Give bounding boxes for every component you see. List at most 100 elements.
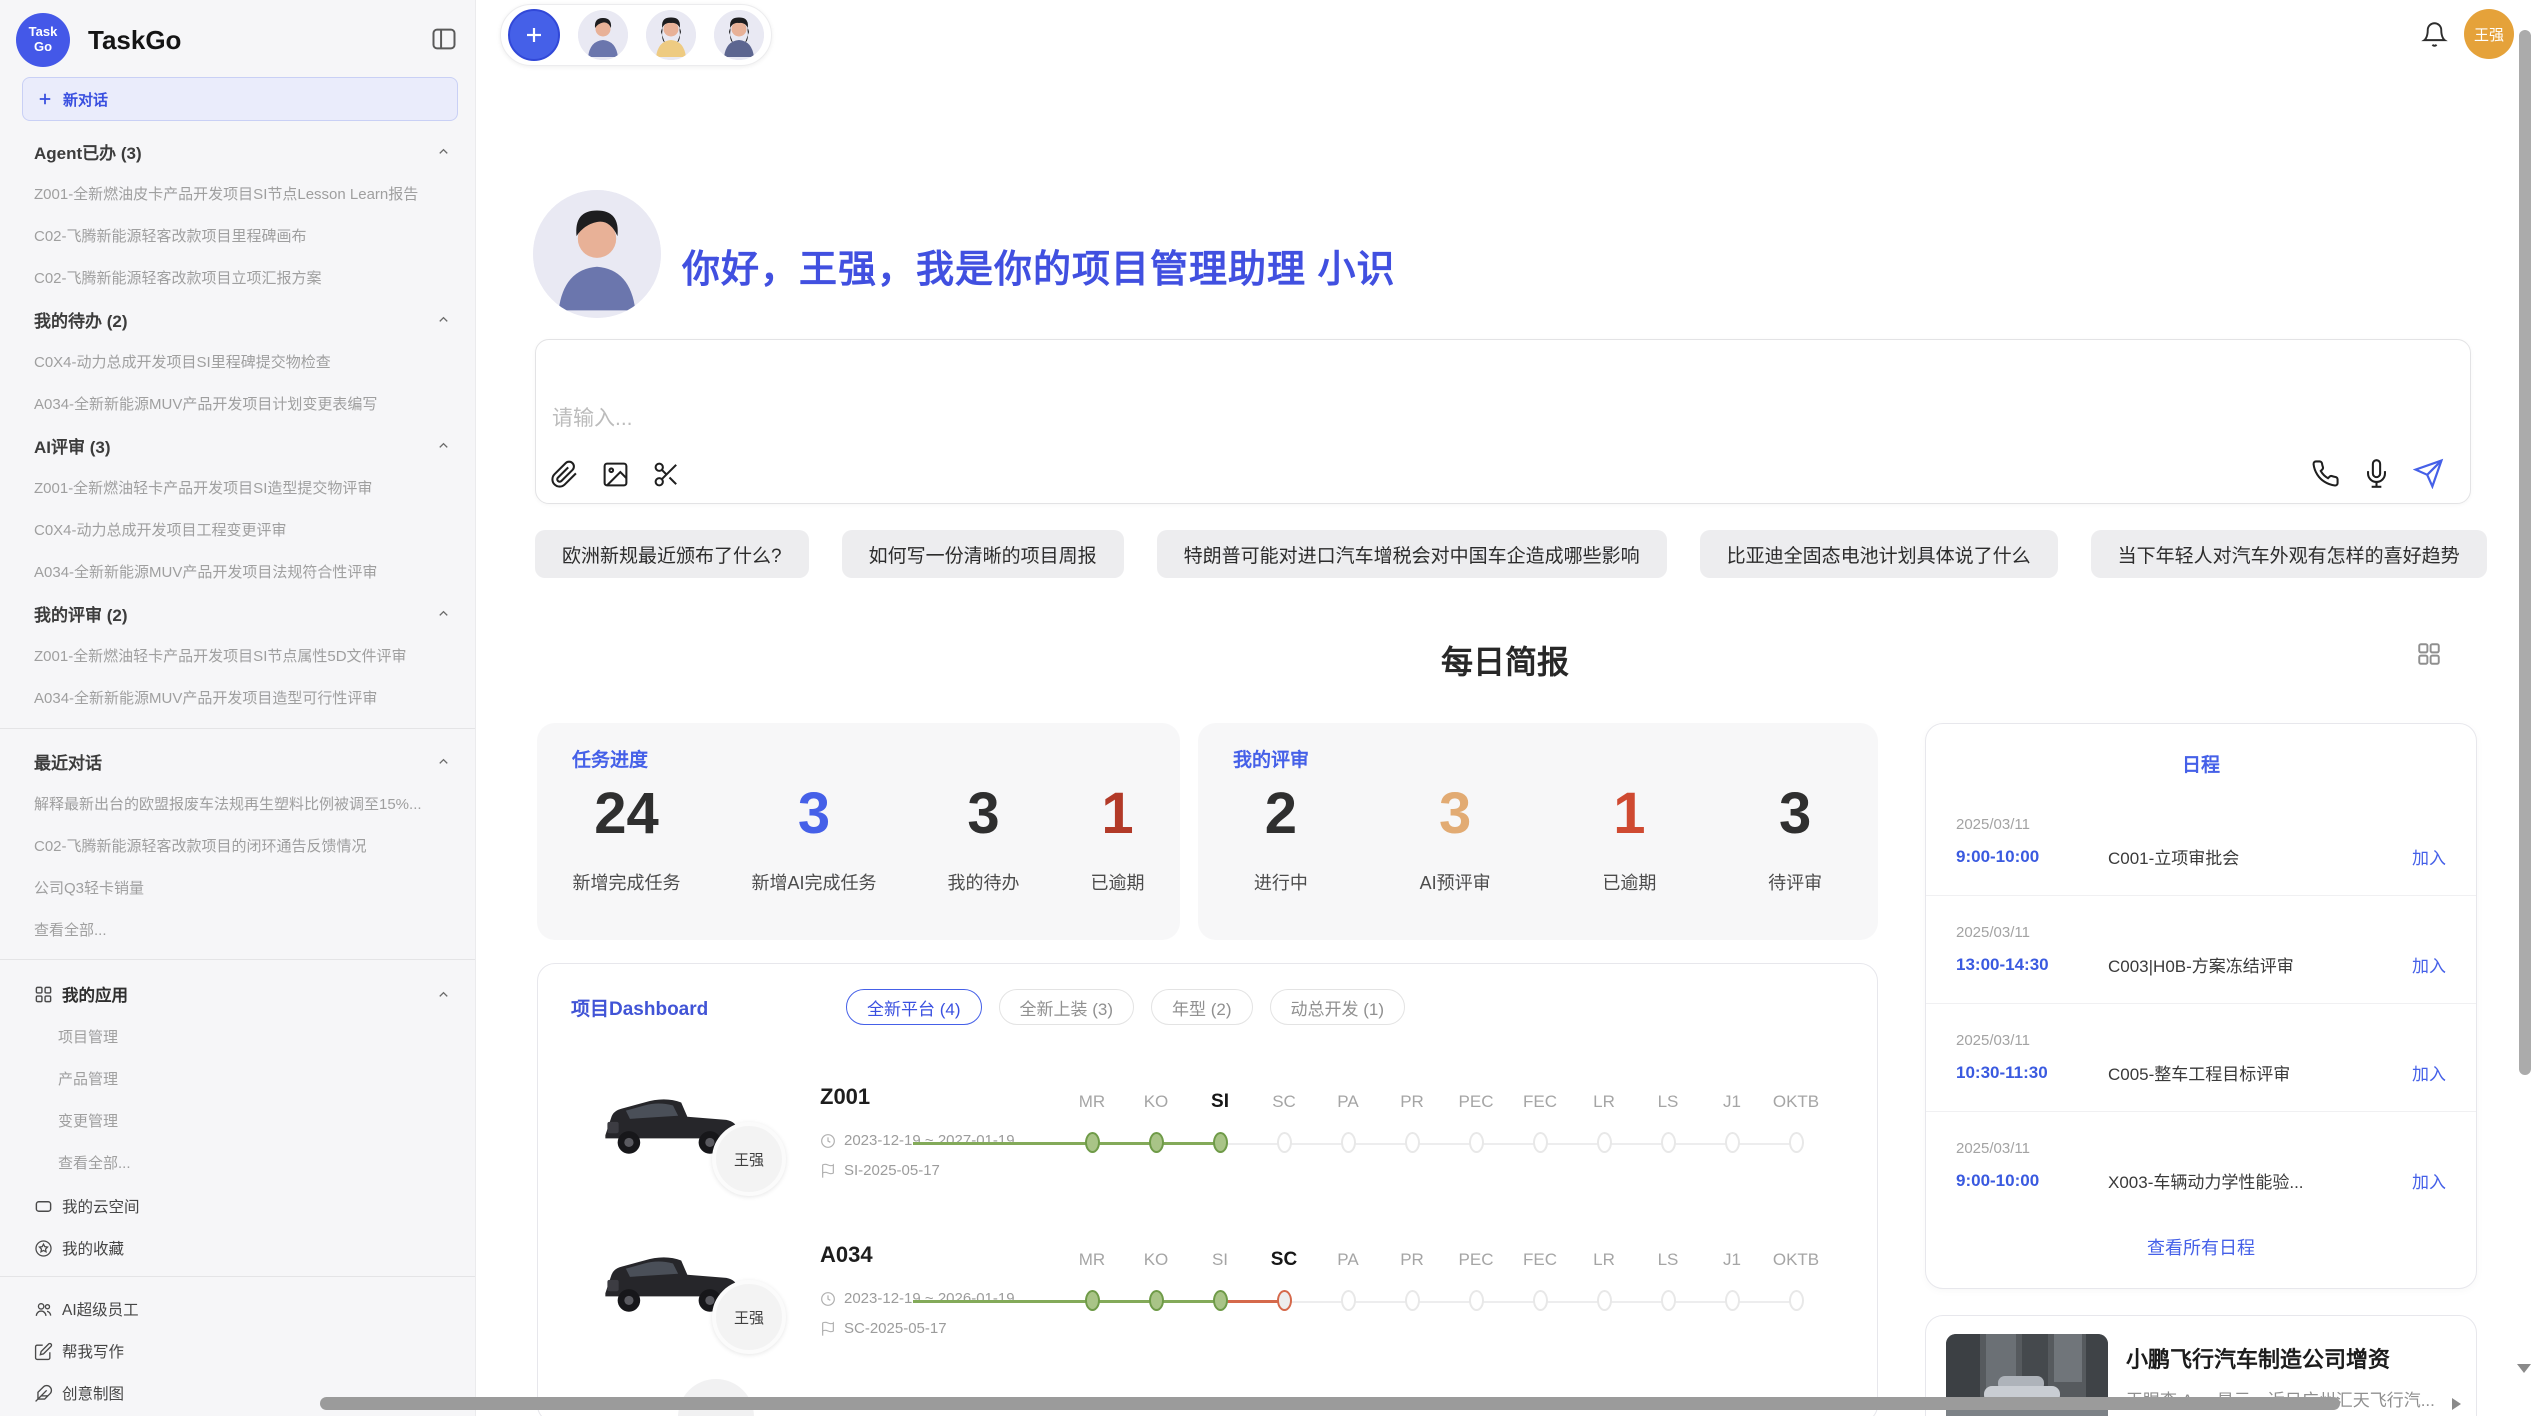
app-item[interactable]: 变更管理	[0, 1099, 475, 1141]
milestone-label: PEC	[1444, 1248, 1508, 1272]
sidebar-item-favorites[interactable]: 我的收藏	[0, 1227, 475, 1269]
event-join-link[interactable]: 加入	[2412, 844, 2446, 869]
sidebar-collapse-icon[interactable]	[430, 25, 458, 53]
send-icon[interactable]	[2413, 458, 2444, 489]
milestone-dot[interactable]	[1469, 1132, 1484, 1153]
add-agent-button[interactable]	[508, 9, 560, 61]
sidebar-item[interactable]: Z001-全新燃油轻卡产品开发项目SI节点属性5D文件评审	[0, 634, 475, 676]
sidebar-section-header[interactable]: AI评审 (3)	[0, 424, 475, 466]
image-icon[interactable]	[601, 460, 630, 489]
recent-chat-item[interactable]: 公司Q3轻卡销量	[0, 866, 475, 908]
recent-chats-header[interactable]: 最近对话	[0, 740, 475, 782]
app-item[interactable]: 项目管理	[0, 1015, 475, 1057]
milestone-dot[interactable]	[1085, 1132, 1100, 1153]
event-row: 9:00-10:00C001-立项审批会加入	[1956, 844, 2446, 869]
event-join-link[interactable]: 加入	[2412, 1060, 2446, 1085]
milestone-dot[interactable]	[1405, 1132, 1420, 1153]
my-apps-header[interactable]: 我的应用	[0, 973, 475, 1015]
agent-avatar-3[interactable]	[714, 10, 764, 60]
event-name: C001-立项审批会	[2108, 844, 2400, 869]
notification-bell-icon[interactable]	[2421, 21, 2448, 48]
milestone-dot[interactable]	[1661, 1132, 1676, 1153]
chat-input[interactable]: 请输入...	[535, 339, 2471, 504]
milestone-dot-cell	[1124, 1132, 1188, 1153]
suggestion-chip[interactable]: 当下年轻人对汽车外观有怎样的喜好趋势	[2091, 530, 2487, 578]
milestone-dot[interactable]	[1213, 1290, 1228, 1311]
dashboard-filter-tab[interactable]: 全新上装 (3)	[999, 989, 1135, 1025]
clock-icon	[820, 1291, 836, 1307]
milestone-dot[interactable]	[1789, 1290, 1804, 1311]
dashboard-filter-tab[interactable]: 动总开发 (1)	[1270, 989, 1406, 1025]
sidebar-item[interactable]: Z001-全新燃油轻卡产品开发项目SI造型提交物评审	[0, 466, 475, 508]
sidebar-item[interactable]: A034-全新新能源MUV产品开发项目计划变更表编写	[0, 382, 475, 424]
sidebar-item[interactable]: C02-飞腾新能源轻客改款项目立项汇报方案	[0, 256, 475, 298]
sidebar-item[interactable]: Z001-全新燃油皮卡产品开发项目SI节点Lesson Learn报告	[0, 172, 475, 214]
suggestion-chip[interactable]: 如何写一份清晰的项目周报	[842, 530, 1124, 578]
milestone-dot[interactable]	[1149, 1290, 1164, 1311]
agent-avatar-2[interactable]	[646, 10, 696, 60]
suggestion-chip[interactable]: 欧洲新规最近颁布了什么?	[535, 530, 809, 578]
suggestion-chip[interactable]: 特朗普可能对进口汽车增税会对中国车企造成哪些影响	[1157, 530, 1667, 578]
milestone-dot[interactable]	[1597, 1132, 1612, 1153]
event-join-link[interactable]: 加入	[2412, 952, 2446, 977]
phone-icon[interactable]	[2311, 459, 2340, 488]
sidebar-section-header[interactable]: 我的待办 (2)	[0, 298, 475, 340]
sidebar-item-ai-employee[interactable]: AI超级员工	[0, 1288, 475, 1330]
event-join-link[interactable]: 加入	[2412, 1168, 2446, 1193]
dashboard-filter-tab[interactable]: 全新平台 (4)	[846, 989, 982, 1025]
milestone-dot[interactable]	[1789, 1132, 1804, 1153]
schedule-event: 2025/03/1113:00-14:30C003|H0B-方案冻结评审加入	[1926, 896, 2476, 1004]
sidebar-item[interactable]: A034-全新新能源MUV产品开发项目法规符合性评审	[0, 550, 475, 592]
scroll-down-arrow[interactable]	[2517, 1364, 2531, 1373]
milestone-dot[interactable]	[1341, 1132, 1356, 1153]
milestone-dot[interactable]	[1213, 1132, 1228, 1153]
sidebar-item[interactable]: A034-全新新能源MUV产品开发项目造型可行性评审	[0, 676, 475, 718]
milestone-dot[interactable]	[1533, 1290, 1548, 1311]
sidebar-item-help-write[interactable]: 帮我写作	[0, 1330, 475, 1372]
milestone-dot[interactable]	[1469, 1290, 1484, 1311]
sidebar-item-label: C02-飞腾新能源轻客改款项目立项汇报方案	[34, 267, 322, 288]
milestone-dot[interactable]	[1597, 1290, 1612, 1311]
milestone-dot[interactable]	[1085, 1290, 1100, 1311]
milestone-dot-cell	[1572, 1132, 1636, 1153]
agent-avatar-1[interactable]	[578, 10, 628, 60]
sidebar-item[interactable]: C02-飞腾新能源轻客改款项目里程碑画布	[0, 214, 475, 256]
milestone-dot[interactable]	[1725, 1132, 1740, 1153]
recent-chat-item[interactable]: 解释最新出台的欧盟报废车法规再生塑料比例被调至15%...	[0, 782, 475, 824]
horizontal-scrollbar[interactable]	[320, 1397, 2340, 1410]
vertical-scrollbar[interactable]	[2519, 30, 2531, 1075]
briefing-layout-icon[interactable]	[2416, 641, 2442, 667]
scroll-right-arrow[interactable]	[2452, 1398, 2461, 1410]
milestone-dot[interactable]	[1533, 1132, 1548, 1153]
view-all-schedule-link[interactable]: 查看所有日程	[1926, 1234, 2476, 1260]
user-avatar[interactable]: 王强	[2464, 9, 2514, 59]
new-chat-button[interactable]: 新对话	[22, 77, 458, 121]
sidebar-item[interactable]: C0X4-动力总成开发项目工程变更评审	[0, 508, 475, 550]
sidebar-section-header[interactable]: Agent已办 (3)	[0, 130, 475, 172]
milestone-label: J1	[1700, 1090, 1764, 1114]
dashboard-filter-tab[interactable]: 年型 (2)	[1151, 989, 1253, 1025]
milestone-label: KO	[1124, 1090, 1188, 1114]
suggestion-chip[interactable]: 比亚迪全固态电池计划具体说了什么	[1700, 530, 2058, 578]
recent-chat-item[interactable]: C02-飞腾新能源轻客改款项目的闭环通告反馈情况	[0, 824, 475, 866]
milestone-dot[interactable]	[1149, 1132, 1164, 1153]
app-item[interactable]: 查看全部...	[0, 1141, 475, 1183]
milestone-dot[interactable]	[1277, 1290, 1292, 1311]
sidebar-item-cloud-space[interactable]: 我的云空间	[0, 1185, 475, 1227]
scissors-icon[interactable]	[652, 460, 681, 489]
event-time: 9:00-10:00	[1956, 847, 2108, 867]
project-milestone-flag: SC-2025-05-17	[820, 1320, 947, 1337]
milestone-dot[interactable]	[1725, 1290, 1740, 1311]
milestone-dot[interactable]	[1661, 1290, 1676, 1311]
sidebar-section-header[interactable]: 我的评审 (2)	[0, 592, 475, 634]
milestone-dot-cell	[1380, 1290, 1444, 1311]
paperclip-icon[interactable]	[550, 460, 579, 489]
recent-chat-item[interactable]: 查看全部...	[0, 908, 475, 950]
sidebar-item[interactable]: C0X4-动力总成开发项目SI里程碑提交物检查	[0, 340, 475, 382]
microphone-icon[interactable]	[2362, 459, 2391, 488]
milestone-dot[interactable]	[1341, 1290, 1356, 1311]
milestone-dot-cell	[1252, 1132, 1316, 1153]
app-item[interactable]: 产品管理	[0, 1057, 475, 1099]
milestone-dot[interactable]	[1405, 1290, 1420, 1311]
milestone-dot[interactable]	[1277, 1132, 1292, 1153]
